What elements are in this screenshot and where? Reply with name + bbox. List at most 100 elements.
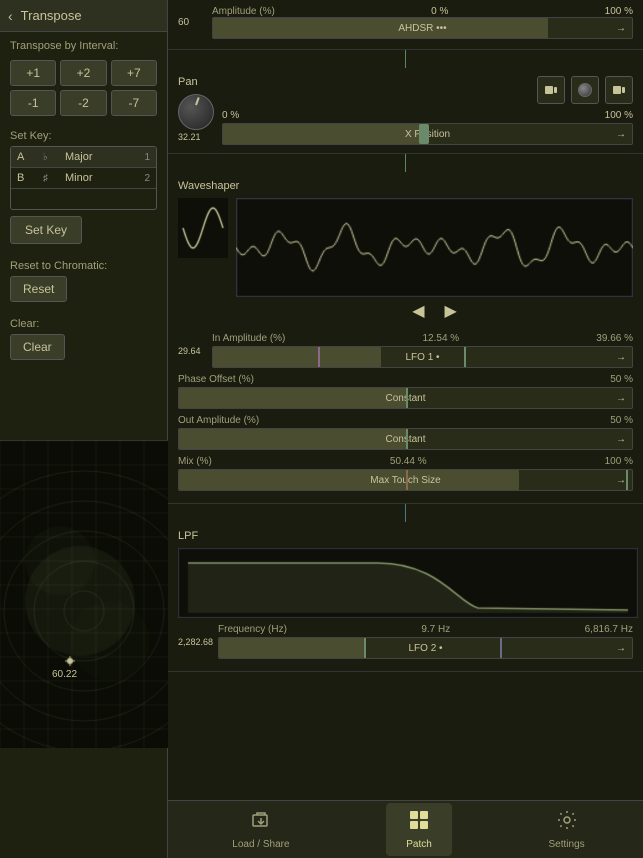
connector-3 (168, 504, 643, 522)
pan-arrow[interactable]: → (616, 129, 626, 140)
interval-btn-m2[interactable]: -2 (60, 90, 106, 116)
connector-1 (168, 50, 643, 68)
in-amplitude-label: In Amplitude (%) (212, 333, 285, 344)
interval-btn-m1[interactable]: -1 (10, 90, 56, 116)
interval-btn-p7[interactable]: +7 (111, 60, 157, 86)
mix-arrow[interactable]: → (616, 475, 626, 486)
freq-val2: 6,816.7 Hz (585, 624, 633, 635)
reset-section: Reset to Chromatic: Reset (0, 250, 167, 308)
connector-2 (168, 154, 643, 172)
back-arrow-icon[interactable]: ‹ (8, 8, 13, 24)
xy-value: 60.22 (52, 669, 77, 680)
waveshaper-title: Waveshaper (178, 180, 633, 192)
out-amplitude-slider[interactable]: Constant → (178, 428, 633, 450)
left-header: ‹ Transpose (0, 0, 167, 32)
reset-label: Reset to Chromatic: (10, 256, 157, 276)
interval-buttons-grid: +1 +2 +7 -1 -2 -7 (0, 56, 167, 120)
bottom-spacer (168, 672, 643, 732)
clear-button[interactable]: Clear (10, 334, 65, 360)
clear-label: Clear: (10, 314, 157, 334)
pan-knob[interactable] (178, 94, 214, 130)
amplitude-label-row: Amplitude (%) 0 % 100 % (212, 6, 633, 17)
phase-label-row: Phase Offset (%) 50 % (178, 374, 633, 385)
xy-pad[interactable]: 60.22 (0, 440, 168, 748)
pan-knob-value: 32.21 (178, 132, 214, 142)
pan-values-row: 0 % 100 % (222, 110, 633, 121)
amplitude-label: Amplitude (%) (212, 6, 275, 17)
amplitude-module: 60 Amplitude (%) 0 % 100 % AHDSR ••• → (168, 0, 643, 50)
key-type-major: Major (65, 151, 138, 163)
in-amplitude-val1: 12.54 % (422, 333, 459, 344)
phase-arrow[interactable]: → (616, 393, 626, 404)
set-key-label: Set Key: (10, 126, 157, 146)
tab-settings[interactable]: Settings (529, 803, 605, 856)
out-val: 50 % (610, 415, 633, 426)
waveshaper-module: Waveshaper ◀ ▶ 29.64 In Amplitude (%) 12… (168, 172, 643, 504)
amplitude-row: 60 Amplitude (%) 0 % 100 % AHDSR ••• → (178, 6, 633, 39)
transpose-label: Transpose by Interval: (0, 32, 167, 56)
out-arrow[interactable]: → (616, 434, 626, 445)
mix-val2: 100 % (605, 456, 633, 467)
key-row-extra (11, 189, 156, 209)
left-panel-title: Transpose (21, 8, 82, 23)
interval-btn-m7[interactable]: -7 (111, 90, 157, 116)
amplitude-slider[interactable]: AHDSR ••• → (212, 17, 633, 39)
amplitude-pct-left: 0 % (431, 6, 448, 17)
pan-left-val: 0 % (222, 110, 239, 121)
mix-val1: 50.44 % (390, 456, 427, 467)
pan-right-val: 100 % (605, 110, 633, 121)
out-amplitude-row: Out Amplitude (%) 50 % Constant → (178, 415, 633, 450)
frequency-row: 2,282.68 Frequency (Hz) 9.7 Hz 6,816.7 H… (178, 624, 633, 659)
key-sharp-a: ♭ (43, 152, 59, 163)
settings-icon (556, 809, 578, 836)
freq-val1: 9.7 Hz (421, 624, 450, 635)
key-num-2: 2 (144, 173, 150, 184)
out-amplitude-label: Out Amplitude (%) (178, 415, 259, 426)
load-share-icon (250, 809, 272, 836)
amplitude-slider-label: AHDSR ••• (398, 23, 446, 34)
key-rows: A ♭ Major 1 B ♯ Minor 2 (10, 146, 157, 210)
freq-slider[interactable]: LFO 2 • → (218, 637, 633, 659)
xy-canvas[interactable] (0, 441, 168, 748)
pan-icon-right[interactable] (605, 76, 633, 104)
wave-back-button[interactable]: ◀ (412, 301, 424, 321)
key-row-a[interactable]: A ♭ Major 1 (11, 147, 156, 168)
pan-icon-left[interactable] (537, 76, 565, 104)
phase-offset-row: Phase Offset (%) 50 % Constant → (178, 374, 633, 409)
tab-patch-label: Patch (406, 839, 432, 850)
pan-module: Pan 32.21 0 % 100 (168, 68, 643, 154)
set-key-button[interactable]: Set Key (10, 216, 82, 244)
small-wave-canvas (178, 198, 228, 258)
interval-btn-p1[interactable]: +1 (10, 60, 56, 86)
out-amplitude-label-row: Out Amplitude (%) 50 % (178, 415, 633, 426)
key-type-minor: Minor (65, 172, 138, 184)
lfo1-arrow[interactable]: → (616, 352, 626, 363)
key-note-a: A (17, 151, 37, 163)
key-note-b: B (17, 172, 37, 184)
lfo2-arrow[interactable]: → (616, 643, 626, 654)
waveshaper-content: ◀ ▶ (178, 198, 633, 325)
left-panel: ‹ Transpose Transpose by Interval: +1 +2… (0, 0, 168, 858)
phase-label: Phase Offset (%) (178, 374, 254, 385)
right-panel: 60 Amplitude (%) 0 % 100 % AHDSR ••• → (168, 0, 643, 820)
key-sharp-b: ♯ (43, 173, 59, 184)
amplitude-arrow[interactable]: → (616, 23, 626, 34)
key-row-b[interactable]: B ♯ Minor 2 (11, 168, 156, 189)
reset-button[interactable]: Reset (10, 276, 67, 302)
wave-fwd-button[interactable]: ▶ (445, 301, 457, 321)
in-amplitude-left-value: 29.64 (178, 346, 208, 356)
in-amplitude-row: 29.64 In Amplitude (%) 12.54 % 39.66 % L… (178, 333, 633, 368)
interval-btn-p2[interactable]: +2 (60, 60, 106, 86)
mix-slider[interactable]: Max Touch Size → (178, 469, 633, 491)
wave-controls: ◀ ▶ (236, 297, 633, 325)
pan-icon-knob[interactable] (571, 76, 599, 104)
freq-label: Frequency (Hz) (218, 624, 287, 635)
pan-slider[interactable]: X Position → (222, 123, 633, 145)
amplitude-left-value: 60 (178, 17, 206, 28)
tab-load-share[interactable]: Load / Share (212, 803, 309, 856)
in-amplitude-slider[interactable]: LFO 1 • → (212, 346, 633, 368)
main-wave-canvas (236, 198, 633, 297)
tab-load-share-label: Load / Share (232, 839, 289, 850)
tab-patch[interactable]: Patch (386, 803, 452, 856)
phase-slider[interactable]: Constant → (178, 387, 633, 409)
